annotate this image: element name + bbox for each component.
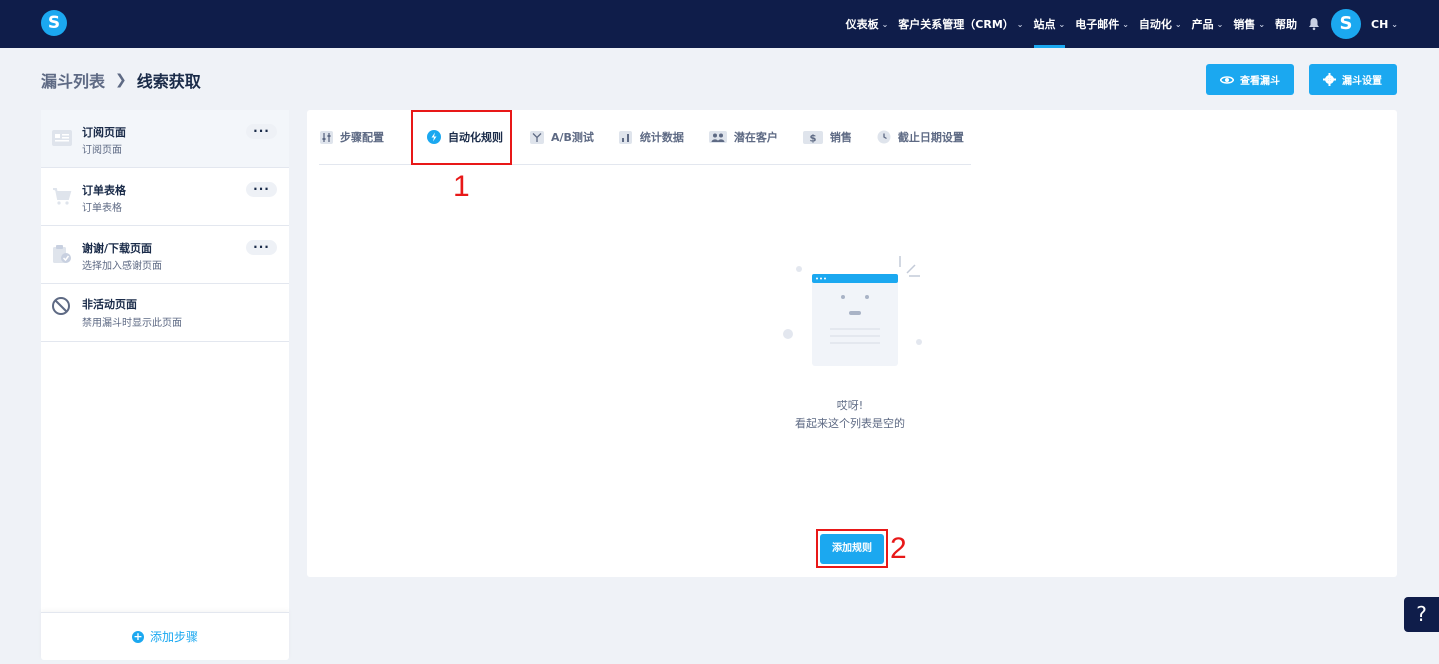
empty-state-title: 哎呀! <box>836 399 864 412</box>
annotation-box-1 <box>411 110 512 165</box>
chevron-down-icon: ⌄ <box>1391 19 1398 29</box>
nav-item-email[interactable]: 电子邮件 ⌄ <box>1075 0 1129 48</box>
page-title: 线索获取 <box>136 72 201 91</box>
chevron-down-icon: ⌄ <box>881 19 889 29</box>
add-step-label: 添加步骤 <box>149 630 198 644</box>
nav-item-label: 自动化 <box>1138 18 1172 31</box>
step-item[interactable]: 谢谢/下载页面 选择加入感谢页面 ... <box>41 226 289 284</box>
top-navbar: S 仪表板 ⌄ 客户关系管理（CRM） ⌄ 站点 ⌄ 电子邮件 ⌄ 自动化 ⌄ 产品 ⌄ 销… <box>0 0 1439 48</box>
step-subtitle: 订单表格 <box>82 203 122 214</box>
logo-icon[interactable]: S <box>41 10 67 36</box>
plus-circle-icon: + <box>131 629 144 643</box>
nav-item-label: 产品 <box>1191 18 1214 31</box>
step-title: 非活动页面 <box>82 298 137 311</box>
chevron-down-icon: ⌄ <box>1258 19 1266 29</box>
language-label: CH <box>1371 17 1389 31</box>
tab-label: 统计数据 <box>639 131 684 144</box>
avatar[interactable]: S <box>1331 9 1362 39</box>
tab-label: 销售 <box>829 131 852 144</box>
nav-item-products[interactable]: 产品 ⌄ <box>1192 0 1224 48</box>
chevron-down-icon: ⌄ <box>1122 19 1129 29</box>
clock-icon <box>877 130 891 144</box>
step-item[interactable]: 订单表格 订单表格 ... <box>41 168 289 226</box>
chevron-down-icon: ⌄ <box>1058 19 1066 29</box>
funnel-settings-button[interactable]: 漏斗设置 <box>1309 64 1397 95</box>
chevron-right-icon: ❯ <box>115 72 127 88</box>
tab-statistics[interactable]: 统计数据 <box>619 129 684 145</box>
nav-item-crm[interactable]: 客户关系管理（CRM） ⌄ <box>898 0 1023 48</box>
nav-item-label: 仪表板 <box>845 18 879 31</box>
users-icon <box>708 130 727 144</box>
nav-item-sites[interactable]: 站点 ⌄ <box>1033 0 1066 48</box>
step-title: 订单表格 <box>82 184 126 197</box>
nav-item-sales[interactable]: 销售 ⌄ <box>1233 0 1265 48</box>
gear-icon <box>1323 73 1336 86</box>
tab-sales[interactable]: $ 销售 <box>802 129 852 145</box>
step-subtitle: 订阅页面 <box>82 145 122 156</box>
breadcrumb: 漏斗列表 ❯ 线索获取 <box>41 68 201 92</box>
dollar-icon: $ <box>802 130 823 144</box>
tab-label: 截止日期设置 <box>897 131 964 144</box>
chevron-down-icon: ⌄ <box>1016 19 1024 29</box>
tab-label: 步骤配置 <box>340 131 384 144</box>
bell-icon[interactable] <box>1307 17 1321 31</box>
nav-item-automation[interactable]: 自动化 ⌄ <box>1139 0 1182 48</box>
breadcrumb-parent[interactable]: 漏斗列表 <box>41 68 105 92</box>
tab-leads[interactable]: 潜在客户 <box>708 129 778 145</box>
tab-step-config[interactable]: 步骤配置 <box>319 129 384 145</box>
view-funnel-button[interactable]: 查看漏斗 <box>1206 64 1294 95</box>
more-options-button[interactable]: ... <box>246 122 277 139</box>
nav-items: 仪表板 ⌄ 客户关系管理（CRM） ⌄ 站点 ⌄ 电子邮件 ⌄ 自动化 ⌄ 产品 ⌄ 销售 ⌄… <box>836 0 1398 48</box>
chevron-down-icon: ⌄ <box>1174 19 1182 29</box>
more-options-button[interactable]: ... <box>246 238 277 255</box>
step-subtitle: 禁用漏斗时显示此页面 <box>82 318 182 329</box>
ban-icon <box>52 297 70 315</box>
split-icon <box>530 130 544 144</box>
tab-ab-test[interactable]: A/B测试 <box>530 129 594 145</box>
nav-item-label: 电子邮件 <box>1075 18 1120 31</box>
view-funnel-label: 查看漏斗 <box>1240 76 1280 87</box>
sliders-icon <box>319 130 333 144</box>
language-selector[interactable]: CH ⌄ <box>1371 0 1398 48</box>
nav-item-help[interactable]: 帮助 <box>1275 0 1297 48</box>
bar-chart-icon <box>619 130 633 144</box>
eye-icon <box>1220 75 1234 84</box>
more-options-button[interactable]: ... <box>246 180 277 197</box>
nav-item-dashboard[interactable]: 仪表板 ⌄ <box>846 0 889 48</box>
help-button[interactable]: ? <box>1404 597 1439 632</box>
funnel-steps-sidebar: 订阅页面 订阅页面 ... 订单表格 订单表格 ... 谢谢/下载页面 选择加入… <box>41 110 289 660</box>
chevron-down-icon: ⌄ <box>1216 19 1224 29</box>
page-icon <box>52 130 72 146</box>
annotation-number-2: 2 <box>890 532 907 565</box>
svg-text:$: $ <box>809 133 816 144</box>
nav-item-label: 销售 <box>1233 18 1256 31</box>
nav-item-label: 帮助 <box>1275 18 1298 31</box>
step-title: 谢谢/下载页面 <box>82 242 153 255</box>
step-item[interactable]: 订阅页面 订阅页面 ... <box>41 110 289 168</box>
tab-deadline-settings[interactable]: 截止日期设置 <box>877 129 964 145</box>
add-step-button[interactable]: + 添加步骤 <box>41 612 289 660</box>
empty-state-subtitle: 看起来这个列表是空的 <box>795 417 905 430</box>
empty-list-illustration <box>783 256 922 366</box>
cart-icon <box>53 188 72 205</box>
tab-label: A/B测试 <box>551 131 594 144</box>
step-title: 订阅页面 <box>82 126 126 139</box>
tab-label: 潜在客户 <box>733 131 778 144</box>
clipboard-check-icon <box>53 245 71 263</box>
step-item[interactable]: 非活动页面 禁用漏斗时显示此页面 <box>41 284 289 342</box>
add-rule-button[interactable]: 添加规则 <box>820 534 884 564</box>
nav-item-label: 客户关系管理（CRM） <box>898 18 1014 31</box>
annotation-number-1: 1 <box>453 170 470 203</box>
nav-item-label: 站点 <box>1033 18 1056 31</box>
step-subtitle: 选择加入感谢页面 <box>82 261 162 272</box>
funnel-settings-label: 漏斗设置 <box>1342 76 1382 87</box>
